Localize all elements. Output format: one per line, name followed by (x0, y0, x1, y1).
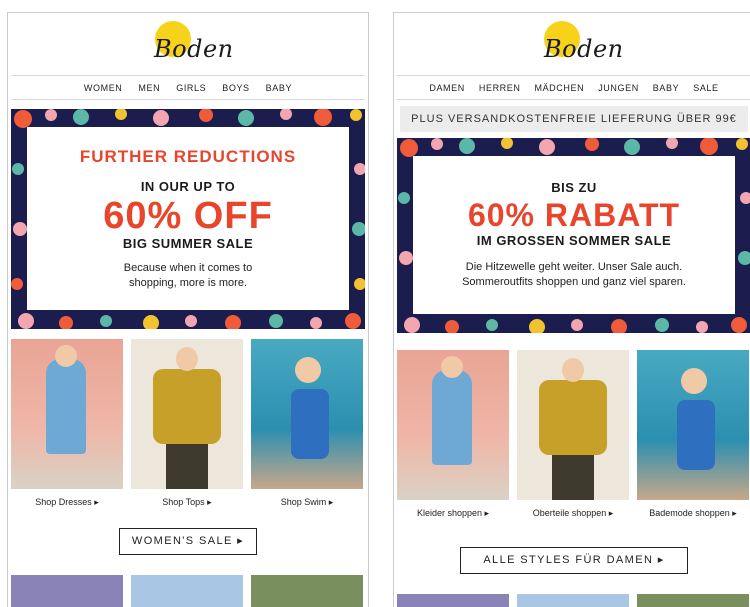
product-link-dresses[interactable]: Shop Dresses ▸ (11, 497, 123, 508)
product-image-dress[interactable] (11, 339, 123, 489)
logo-text: Boden (544, 35, 624, 63)
nav-item-girls[interactable]: GIRLS (176, 83, 206, 93)
product-card-oberteile[interactable]: Oberteile shoppen ▸ (517, 350, 629, 519)
hero-banner[interactable]: BIS ZU 60% RABATT IM GROSSEN SOMMER SALE… (397, 138, 750, 333)
nav-item-women[interactable]: WOMEN (84, 83, 123, 93)
product-link-bademode[interactable]: Bademode shoppen ▸ (637, 508, 749, 519)
hero-copy-line-2: shopping, more is more. (129, 277, 247, 289)
category-nav: WOMEN MEN GIRLS BOYS BABY (11, 75, 365, 100)
product-grid: Shop Dresses ▸ Shop Tops ▸ Shop Swim ▸ (8, 339, 368, 508)
strip-image-3[interactable] (637, 594, 749, 607)
email-panel-de: Boden DAMEN HERREN MÄDCHEN JUNGEN BABY S… (393, 12, 750, 607)
hero-subhead: IN OUR UP TO (140, 179, 236, 194)
category-nav: DAMEN HERREN MÄDCHEN JUNGEN BABY SALE (397, 75, 750, 100)
logo[interactable]: Boden (394, 13, 750, 75)
hero-banner[interactable]: FURTHER REDUCTIONS IN OUR UP TO 60% OFF … (11, 109, 365, 329)
shipping-banner[interactable]: PLUS VERSANDKOSTENFREIE LIEFERUNG ÜBER 9… (400, 106, 748, 132)
strip-image-2[interactable] (517, 594, 629, 607)
strip-image-3[interactable] (251, 575, 363, 607)
nav-item-herren[interactable]: HERREN (479, 83, 521, 93)
strip-image-2[interactable] (131, 575, 243, 607)
nav-item-men[interactable]: MEN (138, 83, 160, 93)
alle-styles-button[interactable]: ALLE STYLES FÜR DAMEN ▸ (460, 547, 688, 574)
product-image-swim[interactable] (637, 350, 749, 500)
hero-discount: 60% OFF (103, 195, 273, 237)
product-card-swim[interactable]: Shop Swim ▸ (251, 339, 363, 508)
strip-image-1[interactable] (397, 594, 509, 607)
product-link-kleider[interactable]: Kleider shoppen ▸ (397, 508, 509, 519)
email-panel-en: Boden WOMEN MEN GIRLS BOYS BABY FURTHER … (7, 12, 369, 607)
nav-item-jungen[interactable]: JUNGEN (598, 83, 639, 93)
nav-item-baby[interactable]: BABY (266, 83, 292, 93)
hero-copy-line-1: Die Hitzewelle geht weiter. Unser Sale a… (465, 261, 683, 273)
product-grid: Kleider shoppen ▸ Oberteile shoppen ▸ Ba… (394, 350, 750, 519)
secondary-image-strip (394, 594, 750, 607)
logo[interactable]: Boden (8, 13, 368, 75)
nav-item-sale[interactable]: SALE (693, 83, 718, 93)
product-link-oberteile[interactable]: Oberteile shoppen ▸ (517, 508, 629, 519)
hero-copy-line-1: Because when it comes to (123, 262, 253, 274)
hero-sale-name: BIG SUMMER SALE (122, 236, 254, 251)
nav-item-boys[interactable]: BOYS (222, 83, 249, 93)
product-image-top[interactable] (517, 350, 629, 500)
nav-item-damen[interactable]: DAMEN (429, 83, 465, 93)
hero-card: BIS ZU 60% RABATT IM GROSSEN SOMMER SALE… (413, 156, 735, 314)
product-card-dresses[interactable]: Shop Dresses ▸ (11, 339, 123, 508)
hero-sale-name: IM GROSSEN SOMMER SALE (476, 233, 672, 248)
hero-subhead: BIS ZU (551, 180, 597, 195)
hero-copy-line-2: Sommeroutfits shoppen und ganz viel spar… (462, 276, 686, 288)
product-card-tops[interactable]: Shop Tops ▸ (131, 339, 243, 508)
product-image-dress[interactable] (397, 350, 509, 500)
hero-discount: 60% RABATT (467, 197, 681, 233)
product-image-swim[interactable] (251, 339, 363, 489)
product-card-bademode[interactable]: Bademode shoppen ▸ (637, 350, 749, 519)
product-card-kleider[interactable]: Kleider shoppen ▸ (397, 350, 509, 519)
strip-image-1[interactable] (11, 575, 123, 607)
secondary-image-strip (8, 575, 368, 607)
product-image-top[interactable] (131, 339, 243, 489)
womens-sale-button[interactable]: WOMEN'S SALE ▸ (119, 528, 257, 555)
hero-headline: FURTHER REDUCTIONS (79, 147, 297, 166)
product-link-swim[interactable]: Shop Swim ▸ (251, 497, 363, 508)
hero-card: FURTHER REDUCTIONS IN OUR UP TO 60% OFF … (27, 127, 349, 310)
logo-text: Boden (154, 35, 234, 63)
nav-item-baby[interactable]: BABY (653, 83, 679, 93)
product-link-tops[interactable]: Shop Tops ▸ (131, 497, 243, 508)
nav-item-maedchen[interactable]: MÄDCHEN (534, 83, 584, 93)
